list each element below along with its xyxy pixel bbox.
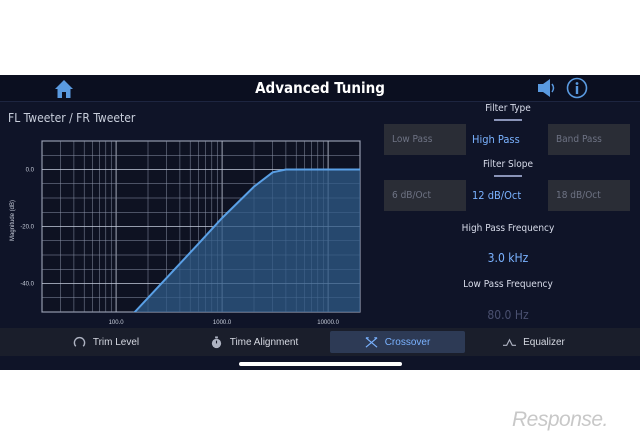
dial-icon — [73, 336, 86, 347]
graph-title: FL Tweeter / FR Tweeter — [8, 111, 136, 125]
crossover-graph: 0.0-20.0-40.0100.01000.010000.0Frequency… — [10, 140, 361, 326]
tab-crossover-label: Crossover — [384, 336, 431, 348]
tab-time-alignment-label: Time Alignment — [229, 336, 299, 348]
tab-trim-level-label: Trim Level — [92, 336, 140, 348]
high-pass-frequency-label: High Pass Frequency — [461, 223, 555, 234]
tab-equalizer-label: Equalizer — [523, 336, 565, 348]
filter-slope-row: 6 dB/Oct 12 dB/Oct 18 dB/Oct — [0, 180, 640, 211]
top-bar: Advanced Tuning — [0, 75, 640, 102]
filter-type-divider — [494, 119, 522, 121]
y-tick-label: -20.0 — [20, 225, 34, 231]
tab-time-alignment[interactable]: Time Alignment — [198, 331, 310, 353]
equalizer-icon — [503, 337, 517, 346]
stopwatch-icon — [211, 335, 221, 348]
y-tick-label: -40.0 — [20, 282, 34, 288]
high-pass-frequency-value[interactable]: 3.0 kHz — [448, 251, 568, 265]
filter-type-low-pass[interactable]: Low Pass — [384, 124, 466, 155]
filter-slope-18db[interactable]: 18 dB/Oct — [548, 180, 630, 211]
low-pass-frequency-value: 80.0 Hz — [487, 308, 529, 322]
tab-bar: Trim Level Time Alignment Crossover Equa… — [0, 328, 640, 356]
tab-crossover[interactable]: Crossover — [330, 331, 465, 353]
filter-slope-12db[interactable]: 12 dB/Oct — [464, 180, 546, 211]
x-tick-label: 10000.0 — [317, 320, 339, 326]
tab-trim-level[interactable]: Trim Level — [60, 331, 152, 353]
crossover-icon — [365, 336, 378, 348]
filter-slope-label: Filter Slope — [482, 159, 534, 170]
filter-slope-6db[interactable]: 6 dB/Oct — [384, 180, 466, 211]
x-tick-label: 100.0 — [109, 320, 125, 326]
watermark: Response. — [512, 408, 608, 431]
home-indicator[interactable] — [239, 362, 402, 366]
filter-type-row: Low Pass High Pass Band Pass — [0, 124, 640, 155]
filter-slope-divider — [494, 175, 522, 177]
x-tick-label: 1000.0 — [213, 320, 232, 326]
tab-equalizer[interactable]: Equalizer — [488, 331, 580, 353]
app-screen: Advanced Tuning FL Tweeter / FR Tweeter … — [0, 75, 640, 370]
y-tick-label: 0.0 — [26, 168, 35, 174]
speaker-icon[interactable] — [536, 78, 558, 98]
filter-type-label: Filter Type — [485, 103, 531, 114]
low-pass-frequency-label: Low Pass Frequency — [463, 279, 553, 290]
filter-type-band-pass[interactable]: Band Pass — [548, 124, 630, 155]
filter-type-high-pass[interactable]: High Pass — [464, 124, 546, 155]
info-icon[interactable] — [566, 77, 588, 99]
